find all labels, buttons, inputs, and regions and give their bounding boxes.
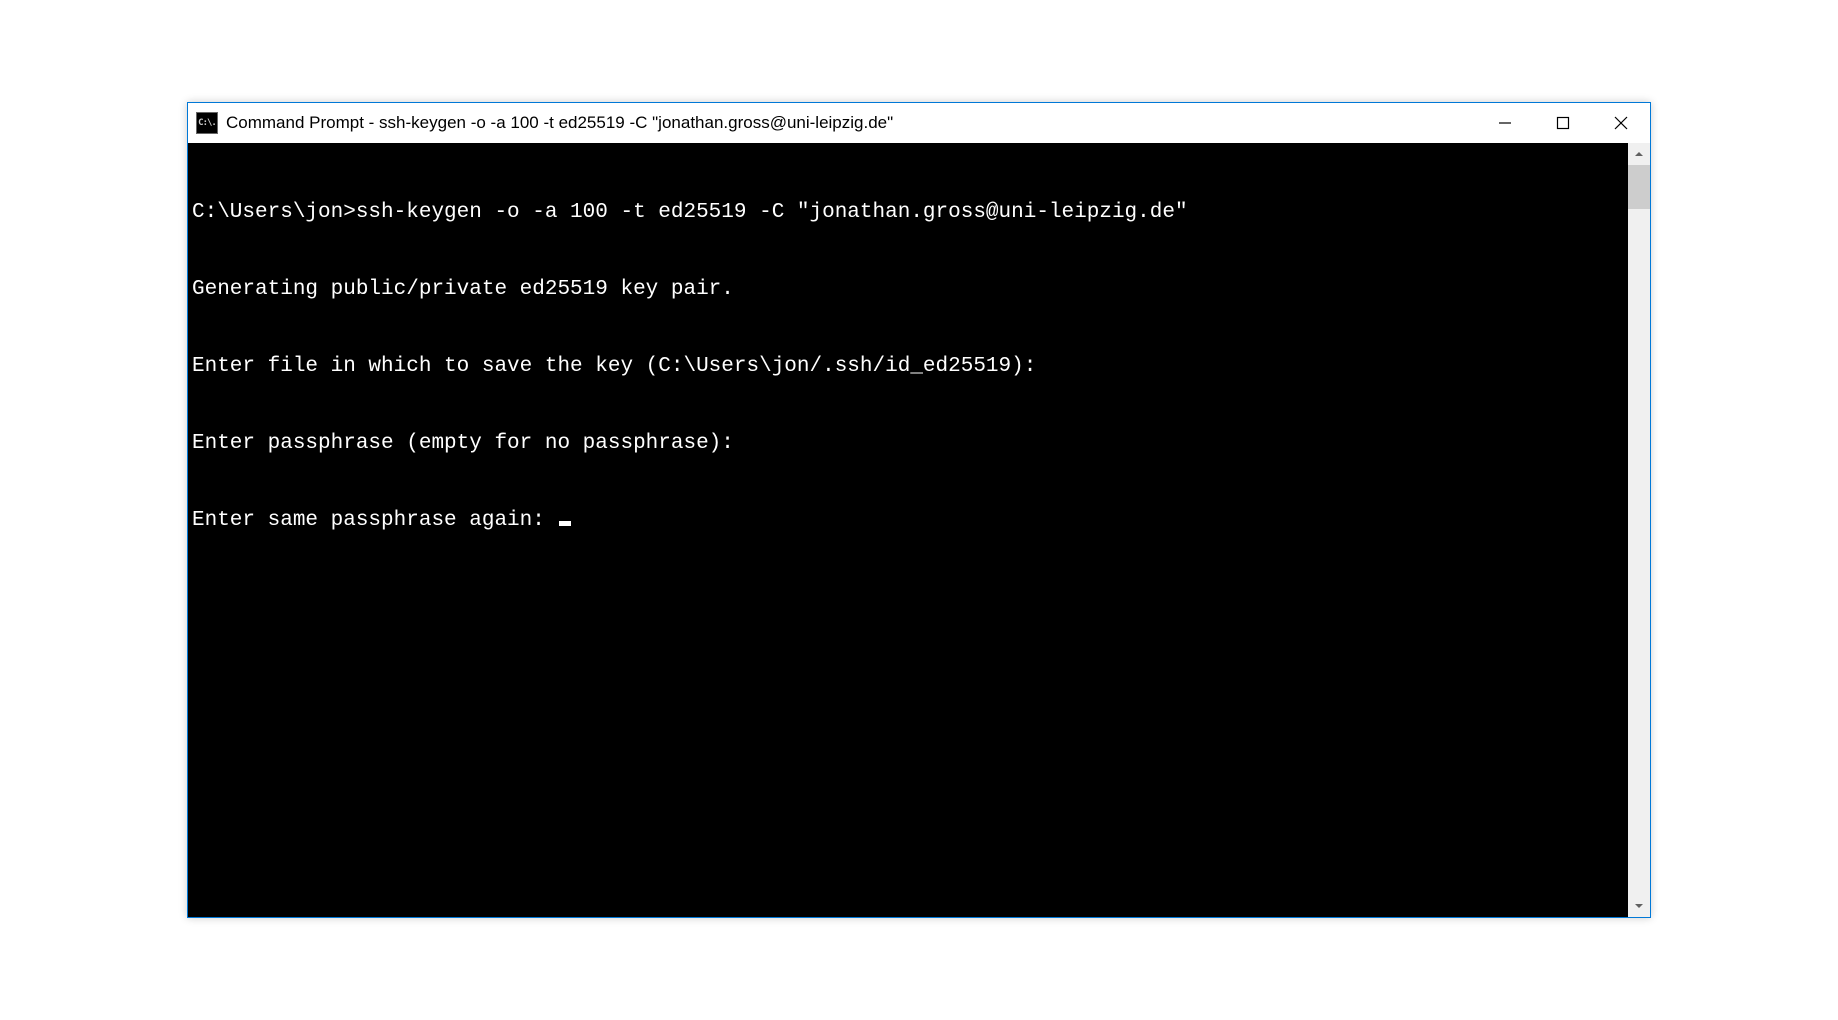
terminal-line: Enter same passphrase again: [192,508,1624,534]
terminal-line: C:\Users\jon>ssh-keygen -o -a 100 -t ed2… [192,200,1624,226]
content-area: C:\Users\jon>ssh-keygen -o -a 100 -t ed2… [188,143,1650,917]
chevron-down-icon [1634,901,1644,911]
window-title: Command Prompt - ssh-keygen -o -a 100 -t… [226,113,1476,133]
scroll-track[interactable] [1628,165,1650,895]
terminal-output[interactable]: C:\Users\jon>ssh-keygen -o -a 100 -t ed2… [188,143,1628,917]
terminal-line-text: Enter same passphrase again: [192,509,557,532]
scroll-down-button[interactable] [1628,895,1650,917]
scroll-up-button[interactable] [1628,143,1650,165]
terminal-line: Enter passphrase (empty for no passphras… [192,431,1624,457]
maximize-button[interactable] [1534,103,1592,143]
vertical-scrollbar[interactable] [1628,143,1650,917]
window-controls [1476,103,1650,143]
scroll-thumb[interactable] [1628,165,1650,209]
terminal-line: Generating public/private ed25519 key pa… [192,277,1624,303]
app-icon-text: C:\. [198,118,216,128]
cursor [559,521,571,526]
titlebar[interactable]: C:\. Command Prompt - ssh-keygen -o -a 1… [188,103,1650,143]
maximize-icon [1556,116,1570,130]
command-prompt-window: C:\. Command Prompt - ssh-keygen -o -a 1… [187,102,1651,918]
minimize-button[interactable] [1476,103,1534,143]
close-button[interactable] [1592,103,1650,143]
close-icon [1614,116,1628,130]
chevron-up-icon [1634,149,1644,159]
terminal-line: Enter file in which to save the key (C:\… [192,354,1624,380]
app-icon: C:\. [196,112,218,134]
minimize-icon [1498,116,1512,130]
